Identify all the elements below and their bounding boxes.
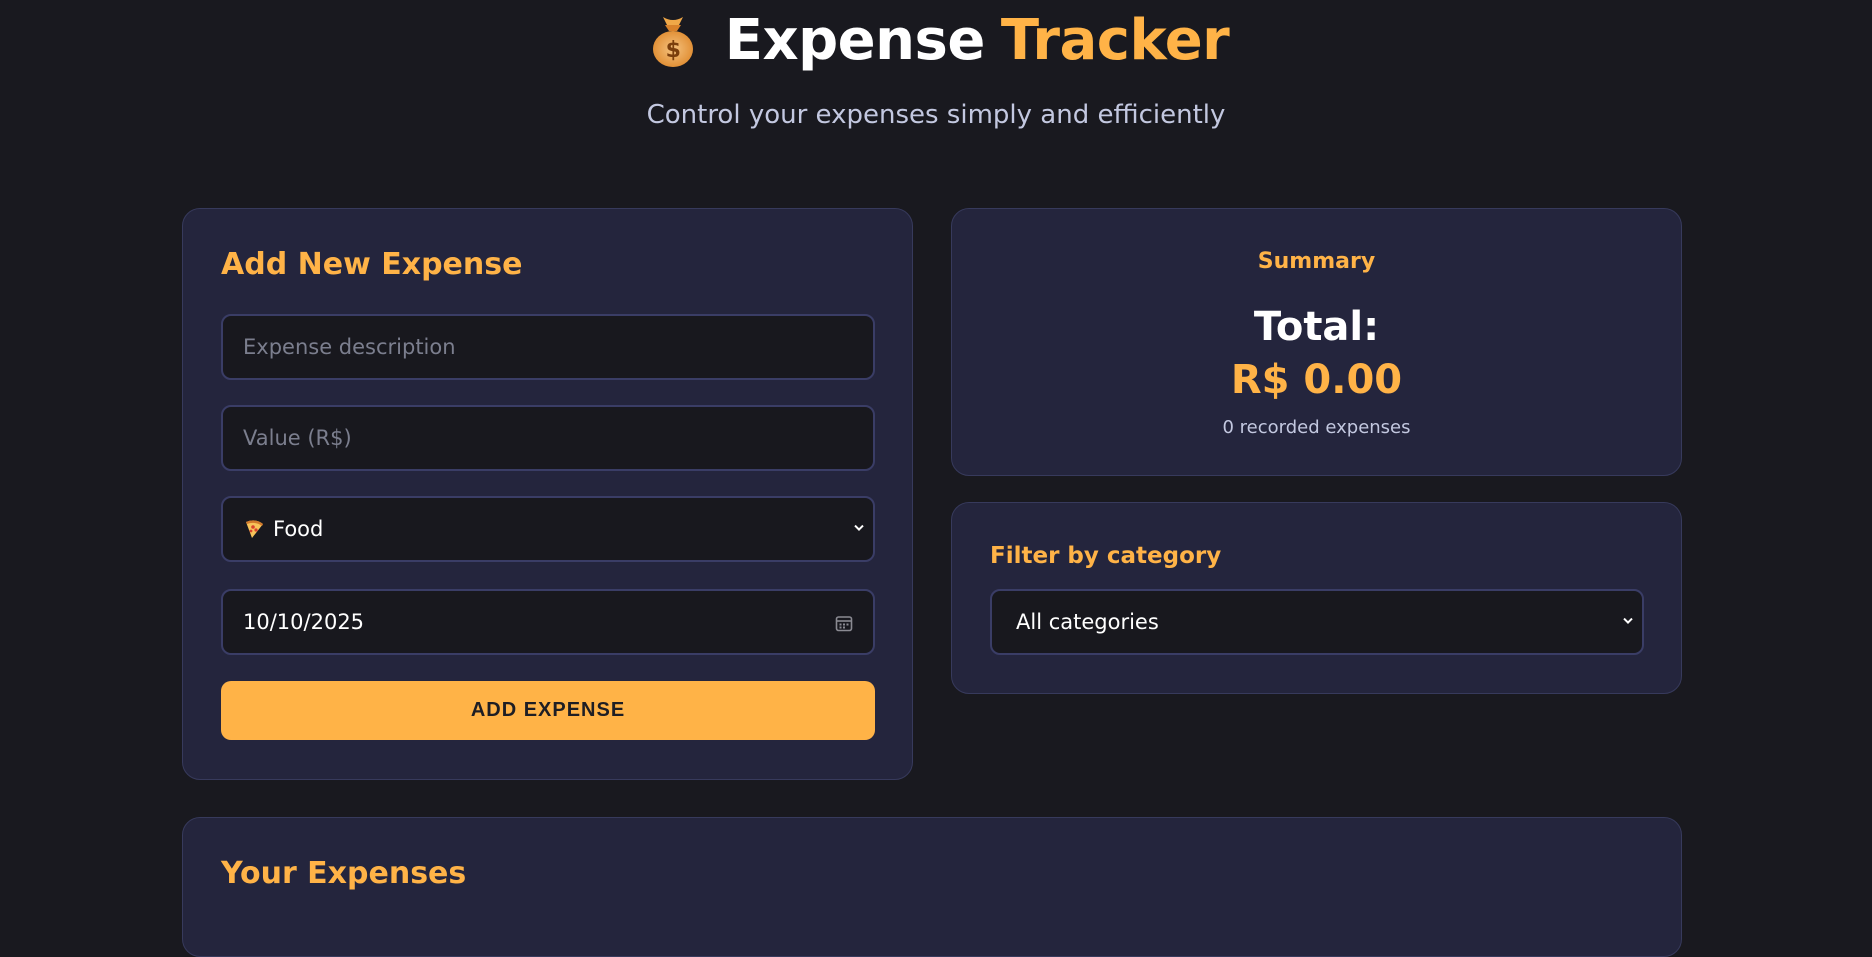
expenses-list-heading: Your Expenses: [221, 856, 467, 891]
chevron-down-icon: [853, 519, 865, 538]
chevron-down-icon: [1622, 612, 1634, 631]
page-title: $ Expense Tracker: [0, 8, 1872, 73]
total-label: Total:: [1253, 304, 1380, 350]
value-input[interactable]: Value (R$): [221, 405, 875, 471]
expense-count: 0 recorded expenses: [1222, 417, 1411, 438]
money-bag-icon: $: [643, 11, 703, 71]
add-expense-heading: Add New Expense: [221, 247, 523, 282]
title-accent: Tracker: [1000, 8, 1230, 73]
description-placeholder: Expense description: [243, 335, 456, 359]
value-placeholder: Value (R$): [243, 426, 352, 450]
pizza-icon: [243, 518, 265, 540]
total-value: R$ 0.00: [1230, 357, 1403, 403]
description-input[interactable]: Expense description: [221, 314, 875, 380]
date-input[interactable]: 10/10/2025: [221, 589, 875, 655]
filter-heading: Filter by category: [990, 543, 1222, 569]
svg-text:$: $: [665, 38, 680, 63]
filter-selected-value: All categories: [1016, 610, 1159, 634]
date-value: 10/10/2025: [243, 610, 365, 634]
add-expense-card: Add New Expense Expense description Valu…: [182, 208, 913, 780]
category-filter-select[interactable]: All categories: [990, 589, 1644, 655]
category-selected-value: Food: [273, 517, 324, 541]
summary-heading: Summary: [1257, 249, 1376, 274]
page-subtitle: Control your expenses simply and efficie…: [646, 100, 1226, 130]
filter-card: Filter by category All categories: [951, 502, 1682, 694]
expenses-list-card: Your Expenses: [182, 817, 1682, 957]
category-select[interactable]: Food: [221, 496, 875, 562]
title-main: Expense: [724, 8, 986, 73]
summary-card: Summary Total: R$ 0.00 0 recorded expens…: [951, 208, 1682, 476]
add-expense-button[interactable]: ADD EXPENSE: [221, 681, 875, 740]
calendar-icon[interactable]: [835, 613, 853, 632]
